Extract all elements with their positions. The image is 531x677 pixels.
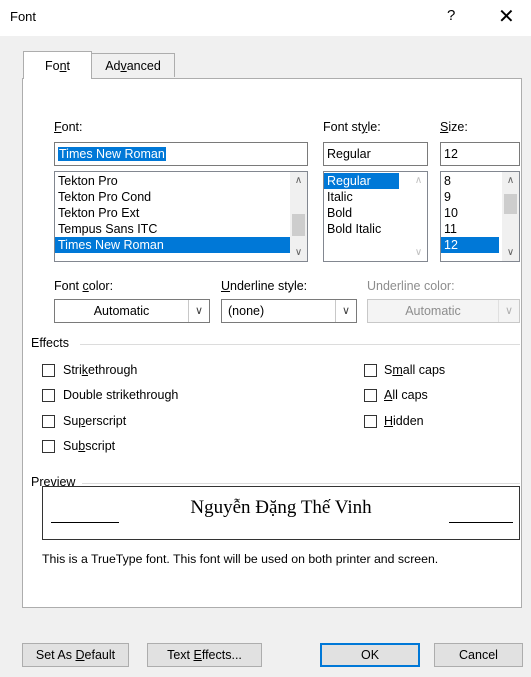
chevron-down-icon[interactable]: ∨	[335, 300, 356, 322]
font-input[interactable]: Times New Roman	[54, 142, 308, 166]
checkbox-box[interactable]	[364, 364, 377, 377]
chevron-down-icon[interactable]: ∨	[188, 300, 209, 322]
size-list[interactable]: 8 9 10 11 12 ∧ ∨	[440, 171, 520, 262]
list-item-selected[interactable]: 12	[441, 237, 499, 253]
scroll-thumb[interactable]	[504, 194, 517, 214]
font-list-scrollbar[interactable]: ∧ ∨	[290, 172, 307, 261]
preview-box: Nguyễn Đặng Thế Vinh	[42, 486, 520, 540]
tab-font[interactable]: Font	[23, 51, 92, 79]
scroll-thumb[interactable]	[292, 214, 305, 236]
preview-note: This is a TrueType font. This font will …	[42, 552, 439, 566]
checkbox-box[interactable]	[364, 415, 377, 428]
window-title: Font	[10, 9, 37, 24]
preview-underline-left	[51, 522, 119, 523]
font-style-input[interactable]: Regular	[323, 142, 428, 166]
scroll-down-icon[interactable]: ∨	[502, 244, 519, 261]
font-color-label: Font color:	[54, 279, 114, 293]
font-style-scrollbar[interactable]: ∧ ∨	[410, 172, 427, 261]
scroll-down-icon[interactable]: ∨	[290, 244, 307, 261]
cancel-button[interactable]: Cancel	[434, 643, 523, 667]
font-color-dropdown[interactable]: Automatic ∨	[54, 299, 210, 323]
underline-style-label: Underline style:	[221, 279, 308, 293]
tab-advanced[interactable]: Advanced	[92, 53, 175, 77]
size-list-scrollbar[interactable]: ∧ ∨	[502, 172, 519, 261]
ok-button[interactable]: OK	[320, 643, 420, 667]
scroll-up-icon[interactable]: ∧	[290, 172, 307, 189]
checkbox-box[interactable]	[42, 364, 55, 377]
checkbox-box[interactable]	[42, 440, 55, 453]
list-item[interactable]: Tempus Sans ITC	[55, 221, 307, 237]
list-item-selected[interactable]: Times New Roman	[55, 237, 290, 253]
underline-style-dropdown[interactable]: (none) ∨	[221, 299, 357, 323]
help-icon[interactable]: ?	[447, 7, 455, 24]
font-label: Font:	[54, 120, 83, 134]
list-item-selected[interactable]: Regular	[324, 173, 399, 189]
checkbox-box[interactable]	[42, 389, 55, 402]
divider	[82, 483, 520, 484]
text-effects-button[interactable]: Text Effects...	[147, 643, 262, 667]
list-item[interactable]: Tekton Pro	[55, 173, 307, 189]
chevron-down-icon: ∨	[498, 300, 519, 322]
scroll-up-icon: ∧	[414, 175, 423, 186]
close-icon[interactable]: ✕	[498, 4, 515, 29]
size-input[interactable]: 12	[440, 142, 520, 166]
preview-sample: Nguyễn Đặng Thế Vinh	[190, 497, 372, 518]
underline-color-label: Underline color:	[367, 279, 455, 293]
checkbox-box[interactable]	[364, 389, 377, 402]
list-item[interactable]: Tekton Pro Cond	[55, 189, 307, 205]
font-style-label: Font style:	[323, 120, 381, 134]
preview-underline-right	[449, 522, 513, 523]
font-list[interactable]: Tekton Pro Tekton Pro Cond Tekton Pro Ex…	[54, 171, 308, 262]
font-style-list[interactable]: Regular Italic Bold Bold Italic ∧ ∨	[323, 171, 428, 262]
checkbox-box[interactable]	[42, 415, 55, 428]
size-label: Size:	[440, 120, 468, 134]
scroll-up-icon[interactable]: ∧	[502, 172, 519, 189]
set-as-default-button[interactable]: Set As Default	[22, 643, 129, 667]
scroll-down-icon: ∨	[414, 247, 423, 258]
effects-heading: Effects	[31, 336, 69, 350]
list-item[interactable]: Tekton Pro Ext	[55, 205, 307, 221]
underline-color-dropdown: Automatic ∨	[367, 299, 520, 323]
divider	[80, 344, 520, 345]
